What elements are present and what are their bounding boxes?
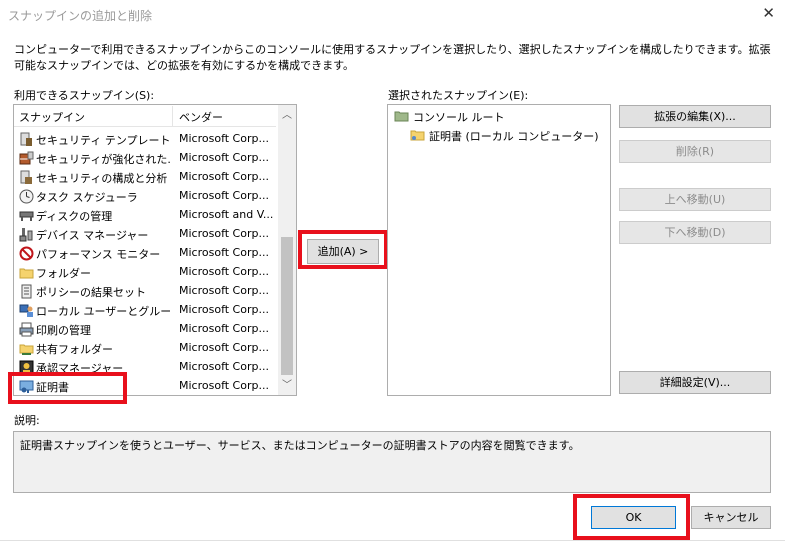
tree-node-label: 証明書 (ローカル コンピューター) [429, 130, 599, 143]
tree-node-label: コンソール ルート [413, 111, 505, 124]
snapin-vendor: Microsoft Corp... [179, 189, 269, 202]
ok-button[interactable]: OK [591, 506, 676, 529]
snapin-name: タスク スケジューラ [36, 191, 138, 204]
folder-icon [394, 111, 409, 122]
window-title: スナップインの追加と削除 [8, 9, 153, 23]
snapin-vendor: Microsoft Corp... [179, 360, 269, 373]
snapin-name: ディスクの管理 [36, 210, 113, 223]
certificate-folder-icon [410, 130, 425, 141]
snapin-name: 証明書 [36, 381, 69, 394]
snapin-vendor: Microsoft and V... [179, 208, 274, 221]
scroll-up-icon[interactable]: ︿ [278, 107, 296, 125]
list-item[interactable]: セキュリティの構成と分析 Microsoft Corp... [14, 168, 276, 187]
close-icon[interactable]: ✕ [762, 4, 775, 22]
snapin-vendor: Microsoft Corp... [179, 170, 269, 183]
move-down-button[interactable]: 下へ移動(D) [619, 221, 771, 244]
snapin-vendor: Microsoft Corp... [179, 265, 269, 278]
snapin-name: パフォーマンス モニター [36, 248, 161, 261]
list-item[interactable]: ローカル ユーザーとグループ Microsoft Corp... [14, 301, 276, 320]
list-scrollbar[interactable]: ︿ ﹀ [278, 105, 296, 395]
bottom-edge [0, 540, 785, 541]
remove-button[interactable]: 削除(R) [619, 140, 771, 163]
list-item[interactable]: 共有フォルダー Microsoft Corp... [14, 339, 276, 358]
selected-snapins-tree[interactable]: コンソール ルート 証明書 (ローカル コンピューター) [387, 104, 611, 396]
snapin-name: 印刷の管理 [36, 324, 91, 337]
list-item[interactable]: ポリシーの結果セット Microsoft Corp... [14, 282, 276, 301]
security-config-icon [20, 170, 32, 184]
snapin-vendor: Microsoft Corp... [179, 227, 269, 240]
snapin-name: 承認マネージャー [36, 362, 124, 375]
folder-icon [19, 268, 34, 279]
list-item[interactable]: タスク スケジューラ Microsoft Corp... [14, 187, 276, 206]
list-item[interactable]: 印刷の管理 Microsoft Corp... [14, 320, 276, 339]
snapin-name: 共有フォルダー [36, 343, 113, 356]
firewall-icon [19, 151, 34, 165]
explanation-text: 証明書スナップインを使うとユーザー、サービス、またはコンピューターの証明書ストア… [20, 439, 580, 452]
printer-icon [19, 322, 34, 337]
snapin-vendor: Microsoft Corp... [179, 341, 269, 354]
snapin-name: ローカル ユーザーとグループ [36, 305, 170, 318]
snapin-vendor: Microsoft Corp... [179, 322, 269, 335]
title-bar: スナップインの追加と削除 ✕ [0, 0, 785, 30]
clock-icon [19, 189, 34, 204]
snapin-name: デバイス マネージャー [36, 229, 149, 242]
snapin-vendor: Microsoft Corp... [179, 303, 269, 316]
snapin-vendor: Microsoft Corp... [179, 151, 269, 164]
move-up-button[interactable]: 上へ移動(U) [619, 188, 771, 211]
security-template-icon [20, 132, 32, 146]
shared-folder-icon [19, 344, 34, 355]
snapin-name: ポリシーの結果セット [36, 286, 146, 299]
snapin-vendor: Microsoft Corp... [179, 246, 269, 259]
column-header-snapin[interactable]: スナップイン [19, 109, 85, 125]
snapin-name: フォルダー [36, 267, 91, 280]
snapin-name: セキュリティが強化された... [36, 153, 170, 166]
column-separator[interactable] [172, 106, 173, 126]
list-item-selected[interactable]: 証明書 Microsoft Corp... [14, 377, 276, 395]
device-manager-icon [19, 228, 33, 242]
column-header-vendor[interactable]: ベンダー [179, 109, 223, 125]
explanation-label: 説明: [14, 414, 40, 427]
list-header: スナップイン ベンダー [14, 105, 276, 127]
scroll-down-icon[interactable]: ﹀ [278, 377, 296, 395]
certificate-icon [19, 380, 34, 393]
authorization-icon [19, 360, 34, 375]
list-item[interactable]: セキュリティ テンプレート Microsoft Corp... [14, 130, 276, 149]
dialog-description: コンピューターで利用できるスナップインからこのコンソールに使用するスナップインを… [14, 43, 771, 72]
edit-extensions-button[interactable]: 拡張の編集(X)... [619, 105, 771, 128]
available-snapins-list[interactable]: スナップイン ベンダー セキュリティ テンプレート Microsoft Corp… [13, 104, 297, 396]
list-item[interactable]: フォルダー Microsoft Corp... [14, 263, 276, 282]
snapin-name: セキュリティの構成と分析 [36, 172, 168, 185]
perf-monitor-icon [19, 246, 34, 261]
list-item[interactable]: 承認マネージャー Microsoft Corp... [14, 358, 276, 377]
list-item[interactable]: パフォーマンス モニター Microsoft Corp... [14, 244, 276, 263]
users-icon [19, 304, 33, 317]
available-snapins-label: 利用できるスナップイン(S): [14, 89, 155, 102]
advanced-button[interactable]: 詳細設定(V)... [619, 371, 771, 394]
snapin-name: セキュリティ テンプレート [36, 134, 170, 147]
disk-icon [19, 211, 34, 221]
explanation-box: 証明書スナップインを使うとユーザー、サービス、またはコンピューターの証明書ストア… [13, 431, 771, 493]
policy-icon [21, 284, 32, 299]
selected-snapins-label: 選択されたスナップイン(E): [388, 89, 529, 102]
snapin-vendor: Microsoft Corp... [179, 379, 269, 392]
list-item[interactable]: セキュリティが強化された... Microsoft Corp... [14, 149, 276, 168]
add-button[interactable]: 追加(A) > [307, 239, 379, 264]
snapin-vendor: Microsoft Corp... [179, 132, 269, 145]
list-item[interactable]: ディスクの管理 Microsoft and V... [14, 206, 276, 225]
scroll-thumb[interactable] [281, 237, 293, 375]
cancel-button[interactable]: キャンセル [691, 506, 771, 529]
list-item[interactable]: デバイス マネージャー Microsoft Corp... [14, 225, 276, 244]
snapin-vendor: Microsoft Corp... [179, 284, 269, 297]
